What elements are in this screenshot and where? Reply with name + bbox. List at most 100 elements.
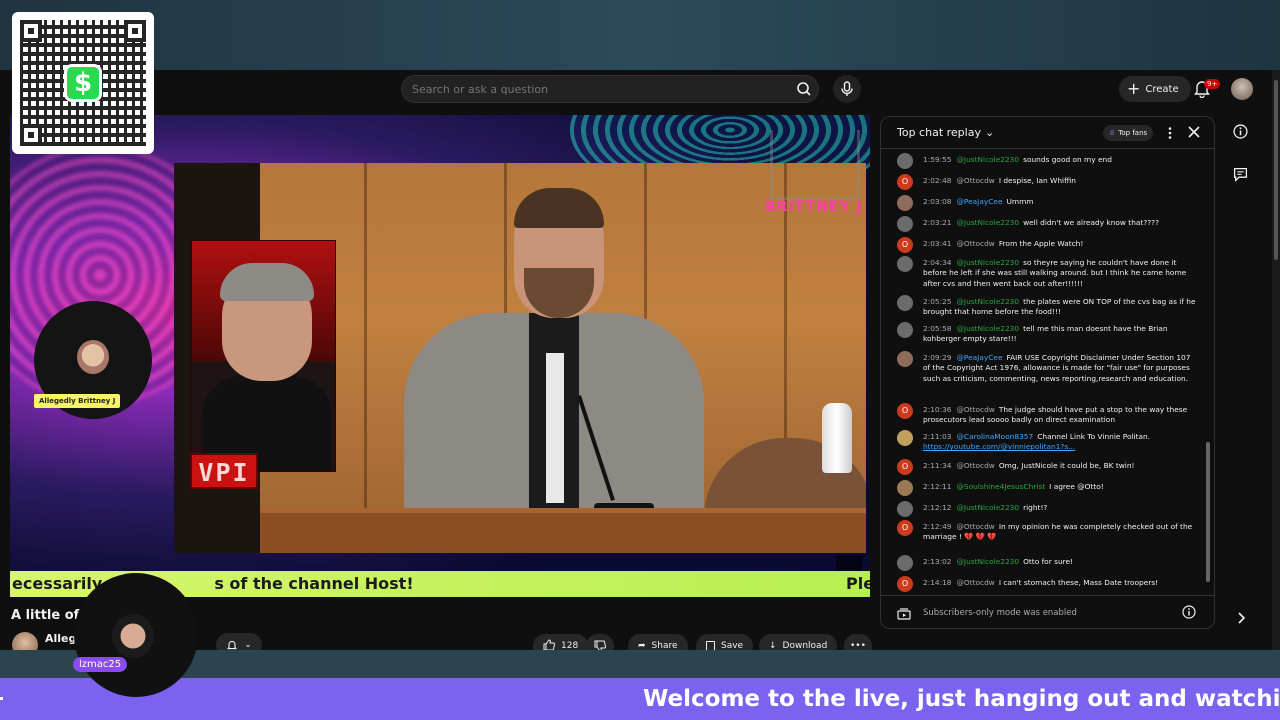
chat-message[interactable]: 2:12:11 @Soulshine4JesusChrist I agree @Ot… (897, 480, 1197, 496)
chat-author-avatar[interactable] (897, 555, 913, 571)
chat-message-text: From the Apple Watch! (998, 239, 1084, 248)
chat-author-name[interactable]: @Ottocdw (957, 239, 995, 248)
chat-author-avatar[interactable] (897, 430, 913, 446)
chat-title: Top chat replay (897, 126, 981, 139)
screen: { "header": { "search_placeholder": "Sea… (0, 0, 1280, 720)
chat-message[interactable]: 2:03:21 @JustNicole2230 well didn't we alr… (897, 216, 1197, 232)
subscribers-only-icon (897, 605, 911, 624)
chat-author-avatar[interactable] (897, 216, 913, 232)
chat-author-avatar[interactable] (897, 322, 913, 338)
chat-timestamp: 2:05:25 (923, 297, 952, 306)
chat-message[interactable]: 2:05:25 @JustNicole2230 the plates were ON… (897, 295, 1197, 318)
chat-author-name[interactable]: @JustNicole2230 (957, 155, 1020, 164)
chat-author-name[interactable]: @JustNicole2230 (957, 324, 1020, 333)
chat-message[interactable]: 2:03:08 @PeaJayCee Ummm (897, 195, 1197, 211)
page-scrollbar[interactable] (1272, 70, 1280, 650)
account-avatar[interactable] (1231, 78, 1253, 100)
chat-message[interactable]: O 2:11:34 @Ottocdw Omg, JustNicole it could… (897, 459, 1197, 475)
chat-message[interactable]: O 2:02:48 @Ottocdw I despise, Ian Whiffin (897, 174, 1197, 190)
chat-author-avatar[interactable]: O (897, 237, 913, 253)
qr-finder (20, 20, 42, 42)
info-panel-button[interactable] (1233, 124, 1248, 143)
chat-author-name[interactable]: @JustNicole2230 (957, 297, 1020, 306)
ticker-text: ecessarily (12, 574, 103, 593)
chat-author-avatar[interactable] (897, 480, 913, 496)
voice-search-button[interactable] (833, 75, 861, 103)
chat-author-name[interactable]: @CarolinaMoon8357 (957, 432, 1034, 441)
chat-message-body: 2:03:21 @JustNicole2230 well didn't we alr… (923, 218, 1197, 232)
close-icon (1188, 126, 1200, 138)
chat-mode-dropdown[interactable]: Top chat replay ⌄ (897, 126, 994, 139)
expand-panel-button[interactable] (1236, 610, 1246, 629)
chat-message-list[interactable]: 1:59:55 @JustNicole2230 sounds good on my … (881, 151, 1211, 593)
ticker-text-2: s of the channel Host! (214, 574, 414, 593)
chat-message[interactable]: O 2:10:36 @Ottocdw The judge should have pu… (897, 403, 1197, 426)
chat-close-button[interactable] (1187, 124, 1201, 143)
chat-author-name[interactable]: @PeaJayCee (957, 197, 1003, 206)
witness-hair (514, 188, 604, 228)
chat-author-avatar[interactable]: O (897, 403, 913, 419)
search-input[interactable] (412, 82, 790, 96)
guest-cam-label: lzmac25 (73, 657, 128, 672)
chat-author-avatar[interactable] (897, 195, 913, 211)
chat-message[interactable]: 2:12:12 @JustNicole2230 right!? (897, 501, 1197, 517)
banner-text: Welcome to the live, just hanging out an… (643, 686, 1280, 712)
chat-message[interactable]: 1:59:55 @JustNicole2230 sounds good on my … (897, 153, 1197, 169)
chat-message-text: right!? (1023, 503, 1048, 512)
chat-author-avatar[interactable]: O (897, 459, 913, 475)
chat-author-name[interactable]: @Ottocdw (957, 405, 995, 414)
chat-author-avatar[interactable]: O (897, 576, 913, 592)
chat-toggle-button[interactable] (1233, 167, 1248, 186)
chat-author-name[interactable]: @Ottocdw (957, 578, 995, 587)
create-button[interactable]: + Create (1119, 76, 1191, 102)
chat-author-name[interactable]: @JustNicole2230 (957, 557, 1020, 566)
chat-author-avatar[interactable] (897, 501, 913, 517)
scrolling-banner: Welcome to the live, just hanging out an… (0, 678, 1280, 720)
chat-message-text: sounds good on my end (1023, 155, 1112, 164)
chat-message[interactable]: 2:05:58 @JustNicole2230 tell me this man d… (897, 322, 1197, 345)
chat-message[interactable]: O 2:12:49 @Ottocdw In my opinion he was com… (897, 520, 1197, 543)
chat-author-name[interactable]: @Ottocdw (957, 176, 995, 185)
chat-author-avatar[interactable]: O (897, 520, 913, 536)
chat-author-name[interactable]: @Ottocdw (957, 522, 995, 531)
chat-message-body: 2:12:49 @Ottocdw In my opinion he was comp… (923, 522, 1197, 543)
chat-author-name[interactable]: @PeaJayCee (957, 353, 1003, 362)
video-control[interactable] (836, 555, 862, 571)
search-icon (797, 82, 811, 96)
chat-author-name[interactable]: @JustNicole2230 (957, 503, 1020, 512)
search-box[interactable] (401, 75, 819, 103)
qr-finder (20, 124, 42, 146)
chat-timestamp: 2:02:48 (923, 176, 952, 185)
chat-info-button[interactable] (1182, 604, 1196, 623)
chat-author-name[interactable]: @JustNicole2230 (957, 218, 1020, 227)
chat-message-text: I can't stomach these, Mass Date trooper… (998, 578, 1159, 587)
chat-message[interactable]: 2:13:02 @JustNicole2230 Otto for sure! (897, 555, 1197, 571)
plus-icon: + (1127, 79, 1141, 98)
chat-author-name[interactable]: @Soulshine4JesusChrist (957, 482, 1046, 491)
chat-more-button[interactable] (1164, 125, 1176, 144)
chat-author-avatar[interactable] (897, 256, 913, 272)
ticker-text-right: Ple (846, 574, 870, 593)
chat-message-text: well didn't we already know that???? (1023, 218, 1160, 227)
chat-author-name[interactable]: @Ottocdw (957, 461, 995, 470)
top-fans-button[interactable]: ♕ Top fans (1103, 125, 1154, 141)
video-player[interactable]: VPI BRITTNEY J Allegedly Brittney J eces… (10, 115, 870, 600)
chat-timestamp: 2:09:29 (923, 353, 952, 362)
chat-message[interactable]: O 2:03:41 @Ottocdw From the Apple Watch! (897, 237, 1197, 253)
chat-author-avatar[interactable] (897, 351, 913, 367)
notification-badge: 9+ (1204, 79, 1221, 89)
chat-author-avatar[interactable] (897, 295, 913, 311)
chat-message[interactable]: 2:11:03 @CarolinaMoon8357 Channel Link To … (897, 430, 1197, 453)
chat-author-name[interactable]: @JustNicole2230 (957, 258, 1020, 267)
search-button[interactable] (790, 75, 818, 103)
channel-name[interactable]: Alleg (45, 632, 76, 645)
chat-message[interactable]: 2:04:34 @JustNicole2230 so theyre saying h… (897, 256, 1197, 289)
chat-message[interactable]: 2:09:29 @PeaJayCee FAIR USE Copyright Disc… (897, 351, 1197, 384)
chat-author-avatar[interactable] (897, 153, 913, 169)
brand-watermark: BRITTNEY J (765, 199, 863, 215)
chat-message-link[interactable]: https://youtube.com/@vinniepolitan1?s... (923, 442, 1075, 451)
chat-author-avatar[interactable]: O (897, 174, 913, 190)
chat-scrollbar[interactable] (1206, 152, 1210, 592)
chat-timestamp: 2:12:12 (923, 503, 952, 512)
chat-message[interactable]: O 2:14:18 @Ottocdw I can't stomach these, M… (897, 576, 1197, 592)
